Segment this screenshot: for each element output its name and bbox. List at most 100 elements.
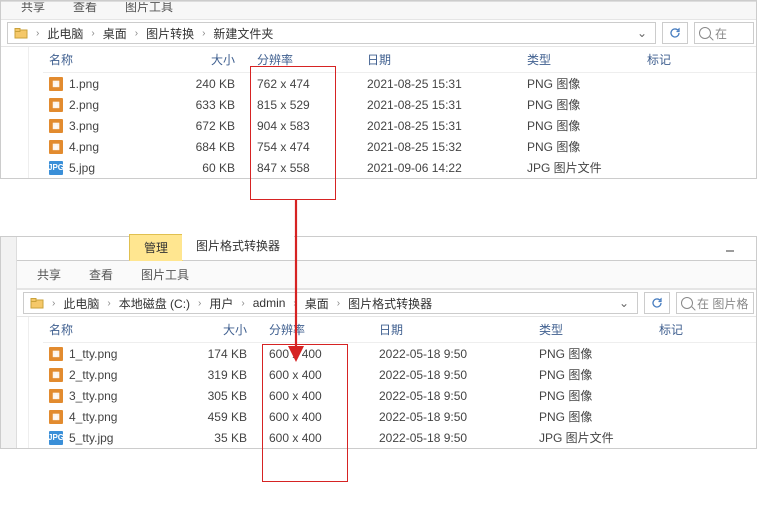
file-row[interactable]: ▦4.png684 KB754 x 4742021-08-25 15:32PNG… [43, 136, 756, 157]
file-row[interactable]: ▦2_tty.png319 KB600 x 4002022-05-18 9:50… [43, 364, 756, 385]
jpg-file-icon: JPG [49, 161, 63, 175]
file-size: 319 KB [191, 368, 263, 382]
chevron-right-icon[interactable]: › [129, 28, 144, 39]
file-row[interactable]: ▦1_tty.png174 KB600 x 4002022-05-18 9:50… [43, 343, 756, 364]
file-size: 305 KB [191, 389, 263, 403]
search-input-2[interactable]: 在 图片格 [676, 292, 754, 314]
column-headers-2: 名称 大小 分辨率 日期 类型 标记 [43, 317, 756, 343]
png-file-icon: ▦ [49, 77, 63, 91]
file-date: 2021-08-25 15:31 [361, 77, 521, 91]
chevron-right-icon[interactable]: › [331, 298, 346, 309]
crumb-folder-b[interactable]: 新建文件夹 [211, 25, 275, 42]
file-type: JPG 图片文件 [521, 159, 641, 176]
png-file-icon: ▦ [49, 389, 63, 403]
file-type: PNG 图像 [521, 96, 641, 113]
breadcrumb-2[interactable]: › 此电脑 › 本地磁盘 (C:) › 用户 › admin › 桌面 › 图片… [23, 292, 638, 314]
file-type: PNG 图像 [521, 138, 641, 155]
col-mark[interactable]: 标记 [653, 321, 713, 338]
file-date: 2022-05-18 9:50 [373, 431, 533, 445]
crumb-folder[interactable]: 图片格式转换器 [346, 295, 434, 312]
file-row[interactable]: ▦1.png240 KB762 x 4742021-08-25 15:31PNG… [43, 73, 756, 94]
col-res[interactable]: 分辨率 [263, 321, 373, 338]
file-resolution: 600 x 400 [263, 368, 373, 382]
file-resolution: 600 x 400 [263, 431, 373, 445]
file-name: 5.jpg [69, 161, 95, 175]
file-row[interactable]: ▦2.png633 KB815 x 5292021-08-25 15:31PNG… [43, 94, 756, 115]
col-name[interactable]: 名称 [43, 51, 179, 68]
file-name: 1_tty.png [69, 347, 117, 361]
file-date: 2022-05-18 9:50 [373, 347, 533, 361]
chevron-right-icon[interactable]: › [287, 298, 302, 309]
refresh-button[interactable] [662, 22, 688, 44]
search-input-1[interactable]: 在 [694, 22, 754, 44]
file-type: PNG 图像 [521, 117, 641, 134]
breadcrumb-1[interactable]: › 此电脑 › 桌面 › 图片转换 › 新建文件夹 ⌄ [7, 22, 656, 44]
crumb-folder-a[interactable]: 图片转换 [144, 25, 196, 42]
ribbon-view-label[interactable]: 查看 [73, 1, 97, 15]
nav-gutter [1, 47, 29, 178]
file-row[interactable]: JPG5_tty.jpg35 KB600 x 4002022-05-18 9:5… [43, 427, 756, 448]
tab-manage[interactable]: 管理 [129, 234, 183, 261]
file-date: 2021-09-06 14:22 [361, 161, 521, 175]
chevron-right-icon[interactable]: › [46, 298, 61, 309]
file-size: 684 KB [179, 140, 251, 154]
search-placeholder: 在 图片格 [697, 295, 748, 312]
file-list-1: 名称 大小 分辨率 日期 类型 标记 ▦1.png240 KB762 x 474… [1, 47, 756, 178]
col-name[interactable]: 名称 [43, 321, 191, 338]
file-resolution: 600 x 400 [263, 410, 373, 424]
address-bar-2: › 此电脑 › 本地磁盘 (C:) › 用户 › admin › 桌面 › 图片… [17, 289, 756, 317]
chevron-right-icon[interactable]: › [85, 28, 100, 39]
col-date[interactable]: 日期 [361, 51, 521, 68]
crumb-desktop[interactable]: 桌面 [101, 25, 129, 42]
explorer-window-1: 共享 查看 图片工具 › 此电脑 › 桌面 › 图片转换 › 新建文件夹 ⌄ 在 [0, 0, 757, 179]
file-row[interactable]: ▦4_tty.png459 KB600 x 4002022-05-18 9:50… [43, 406, 756, 427]
ribbon-pictools-label[interactable]: 图片工具 [141, 266, 189, 283]
chevron-right-icon[interactable]: › [235, 298, 250, 309]
file-size: 633 KB [179, 98, 251, 112]
refresh-button[interactable] [644, 292, 670, 314]
chevron-right-icon[interactable]: › [101, 298, 116, 309]
search-icon [699, 27, 711, 39]
png-file-icon: ▦ [49, 347, 63, 361]
explorer-window-2: 管理 图片格式转换器 共享 查看 图片工具 › 此电脑 › 本地磁盘 (C:) … [0, 236, 757, 449]
ribbon-share-label[interactable]: 共享 [37, 266, 61, 283]
col-mark[interactable]: 标记 [641, 51, 701, 68]
chevron-right-icon[interactable]: › [192, 298, 207, 309]
col-res[interactable]: 分辨率 [251, 51, 361, 68]
minimize-button[interactable] [716, 241, 744, 255]
file-list-2: 名称 大小 分辨率 日期 类型 标记 ▦1_tty.png174 KB600 x… [17, 317, 756, 448]
crumb-drive[interactable]: 本地磁盘 (C:) [117, 295, 192, 312]
ribbon-top-1: 共享 查看 图片工具 [1, 1, 756, 19]
file-row[interactable]: JPG5.jpg60 KB847 x 5582021-09-06 14:22JP… [43, 157, 756, 178]
spacer [29, 317, 43, 448]
file-resolution: 600 x 400 [263, 389, 373, 403]
file-date: 2021-08-25 15:32 [361, 140, 521, 154]
ribbon-view-label[interactable]: 查看 [89, 266, 113, 283]
chevron-right-icon[interactable]: › [196, 28, 211, 39]
file-type: PNG 图像 [533, 408, 653, 425]
col-type[interactable]: 类型 [521, 51, 641, 68]
crumb-pc[interactable]: 此电脑 [45, 25, 85, 42]
chevron-right-icon[interactable]: › [30, 28, 45, 39]
ribbon-share-label[interactable]: 共享 [21, 1, 45, 15]
jpg-file-icon: JPG [49, 431, 63, 445]
file-date: 2022-05-18 9:50 [373, 410, 533, 424]
crumb-pc[interactable]: 此电脑 [61, 295, 101, 312]
address-dropdown-icon[interactable]: ⌄ [615, 296, 633, 310]
file-date: 2021-08-25 15:31 [361, 98, 521, 112]
file-row[interactable]: ▦3.png672 KB904 x 5832021-08-25 15:31PNG… [43, 115, 756, 136]
col-size[interactable]: 大小 [179, 51, 251, 68]
crumb-desktop[interactable]: 桌面 [303, 295, 331, 312]
crumb-users[interactable]: 用户 [207, 295, 235, 312]
col-type[interactable]: 类型 [533, 321, 653, 338]
png-file-icon: ▦ [49, 140, 63, 154]
file-name: 3_tty.png [69, 389, 117, 403]
address-dropdown-icon[interactable]: ⌄ [633, 26, 651, 40]
col-size[interactable]: 大小 [191, 321, 263, 338]
crumb-admin[interactable]: admin [251, 296, 288, 310]
ribbon-pictools-label[interactable]: 图片工具 [125, 1, 173, 15]
col-date[interactable]: 日期 [373, 321, 533, 338]
file-name: 1.png [69, 77, 99, 91]
file-row[interactable]: ▦3_tty.png305 KB600 x 4002022-05-18 9:50… [43, 385, 756, 406]
png-file-icon: ▦ [49, 410, 63, 424]
